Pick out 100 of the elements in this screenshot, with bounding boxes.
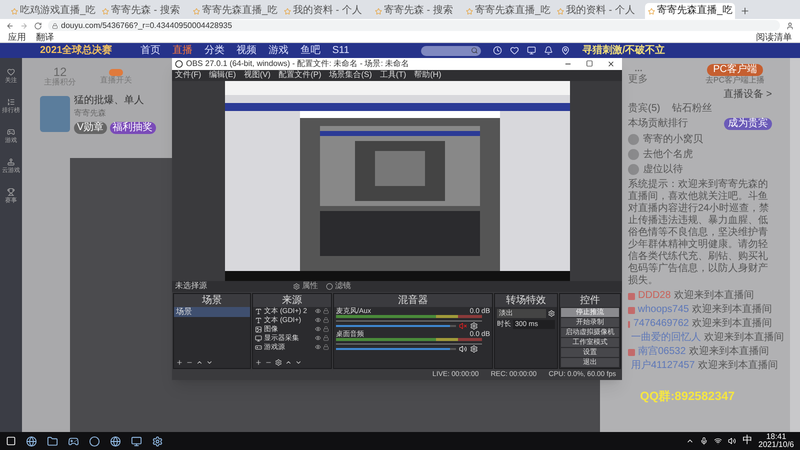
browser-tab[interactable]: 寄寄先森直播_吃 <box>645 3 735 19</box>
favicon-icon <box>193 8 200 14</box>
event-banner[interactable]: 寻猎刺激/不破不立 <box>582 46 666 56</box>
sidebar-icon[interactable] <box>7 68 15 76</box>
move-up-icon[interactable] <box>285 359 292 366</box>
bookmark-link[interactable]: 翻译 <box>36 32 54 42</box>
visibility-icon[interactable] <box>315 308 321 314</box>
taskbar-app-icon[interactable] <box>110 436 121 446</box>
back-icon[interactable] <box>6 22 14 30</box>
menu-item[interactable]: 编辑(E) <box>209 71 236 80</box>
nav-icon[interactable] <box>527 46 536 55</box>
menu-item[interactable]: 场景集合(S) <box>329 71 372 80</box>
browser-tab[interactable]: 寄寄先森直播_吃 <box>190 3 280 19</box>
visibility-icon[interactable] <box>315 335 321 342</box>
pc-client-button[interactable]: PC客户端 <box>707 64 763 76</box>
lock-icon[interactable] <box>323 344 329 350</box>
nav-link[interactable]: S11 <box>332 46 350 56</box>
sidebar-icon[interactable] <box>7 128 15 136</box>
nav-link[interactable]: 视频 <box>236 46 256 56</box>
input-method-indicator[interactable]: 中 <box>742 436 752 446</box>
tray-expand-icon[interactable] <box>686 437 694 445</box>
page-scrollbar[interactable] <box>790 58 800 432</box>
chat-message: 欢迎来到本直播间 <box>704 333 784 343</box>
menu-item[interactable]: 帮助(H) <box>414 71 442 80</box>
lock-icon[interactable] <box>323 335 329 342</box>
sidebar-icon[interactable] <box>7 98 15 106</box>
nav-icon[interactable] <box>510 46 520 55</box>
reload-icon[interactable] <box>34 22 42 30</box>
browser-tab[interactable]: 我的资料 - 个人 <box>281 3 371 19</box>
room-badge[interactable]: V勋章 <box>74 122 107 134</box>
move-down-icon[interactable] <box>295 359 302 366</box>
browser-tab[interactable]: 寄寄先森 - 搜索 <box>372 3 462 19</box>
room-badge[interactable]: 福利抽奖 <box>110 122 156 134</box>
add-icon[interactable] <box>255 359 262 366</box>
taskbar-app-icon[interactable] <box>152 436 163 446</box>
device-link[interactable]: 直播设备 > <box>723 90 772 100</box>
nav-link[interactable]: 首页 <box>140 46 160 56</box>
taskbar-app-icon[interactable] <box>68 436 79 446</box>
nav-icon[interactable] <box>561 46 570 55</box>
reading-list-link[interactable]: 阅读清单 <box>756 32 792 42</box>
rank-title: 本场贡献排行 <box>628 119 688 129</box>
network-icon[interactable] <box>714 437 722 445</box>
toggle-icon[interactable] <box>109 68 123 76</box>
move-up-icon[interactable] <box>196 359 203 366</box>
taskbar-app-icon[interactable] <box>131 436 142 446</box>
profile-icon[interactable] <box>786 22 794 30</box>
favicon-icon <box>284 8 291 14</box>
chat-message: 欢迎来到本直播间 <box>692 305 772 315</box>
browser-tab[interactable]: 寄寄先森 - 搜索 <box>99 3 189 19</box>
menu-item[interactable]: 工具(T) <box>380 71 406 80</box>
close-icon[interactable] <box>607 60 615 68</box>
nav-link[interactable]: 分类 <box>204 46 224 56</box>
volume-icon[interactable] <box>728 437 736 445</box>
gear-icon[interactable] <box>275 359 282 366</box>
start-icon[interactable] <box>6 436 16 446</box>
url-field[interactable]: douyu.com/5436766?_r=0.43440950004428935 <box>48 20 780 31</box>
menu-item[interactable]: 配置文件(P) <box>278 71 322 80</box>
visibility-icon[interactable] <box>315 326 321 332</box>
menu-item[interactable]: 视图(V) <box>244 71 271 80</box>
nav-icon[interactable] <box>544 46 554 55</box>
visibility-icon[interactable] <box>315 317 321 324</box>
sidebar-icon[interactable] <box>7 158 15 166</box>
nav-link[interactable]: 鱼吧 <box>300 46 320 56</box>
new-tab-icon[interactable] <box>740 6 750 16</box>
sidebar-icon[interactable] <box>7 188 15 196</box>
tab-title: 寄寄先森 - 搜索 <box>384 6 453 16</box>
nav-icon[interactable] <box>493 46 502 55</box>
microphone-icon[interactable] <box>700 437 708 445</box>
source-toolbar-button[interactable]: 滤镜 <box>326 282 351 290</box>
scene-item[interactable]: 场景 <box>174 306 250 317</box>
clock-date[interactable]: 2021/10/6 <box>758 441 794 449</box>
vip-button[interactable]: 成为贵宾 <box>724 118 772 130</box>
add-icon[interactable] <box>176 359 183 366</box>
gear-icon[interactable] <box>470 322 478 330</box>
taskbar-app-icon[interactable] <box>89 436 100 446</box>
bookmark-link[interactable]: 应用 <box>8 32 26 42</box>
tab-title: 我的资料 - 个人 <box>566 6 635 16</box>
search-field[interactable] <box>421 46 482 56</box>
speaker-icon[interactable] <box>459 344 467 353</box>
move-down-icon[interactable] <box>206 359 213 366</box>
lock-icon[interactable] <box>323 326 329 332</box>
browser-tab[interactable]: 我的资料 - 个人 <box>554 3 644 19</box>
gear-icon[interactable] <box>470 344 478 353</box>
gear-icon[interactable] <box>548 310 555 317</box>
visibility-icon[interactable] <box>315 344 321 350</box>
lock-icon[interactable] <box>323 317 329 324</box>
clock-time[interactable]: 18:41 <box>766 433 786 441</box>
nav-link[interactable]: 直播 <box>172 46 192 56</box>
site-logo[interactable]: 2021全球总决赛 <box>40 46 112 56</box>
browser-tab[interactable]: 吃鸡游戏直播_吃 <box>8 3 98 19</box>
taskbar-app-icon[interactable] <box>26 436 37 446</box>
taskbar-app-icon[interactable] <box>47 436 58 446</box>
maximize-icon[interactable] <box>586 60 593 67</box>
source-toolbar-button[interactable]: 属性 <box>293 282 318 290</box>
browser-tab[interactable]: 寄寄先森直播_吃 <box>463 3 553 19</box>
menu-item[interactable]: 文件(F) <box>175 71 202 80</box>
lock-icon[interactable] <box>323 308 329 314</box>
nav-link[interactable]: 游戏 <box>268 46 288 56</box>
system-notice: 系统提示：欢迎来到寄寄先森的直播间，喜欢他就关注吧。斗鱼对直播内容进行24小时巡查，禁止传播违法违规、暴力血腥、低俗色情等不良信息，坚决维护青少年群体精神文明健康。请勿轻信各类代练代充、刷钻、购买礼包码等广告信息，以防人身财产损失。 <box>628 179 770 287</box>
chat-tab[interactable]: 贵宾(5) <box>628 104 660 114</box>
